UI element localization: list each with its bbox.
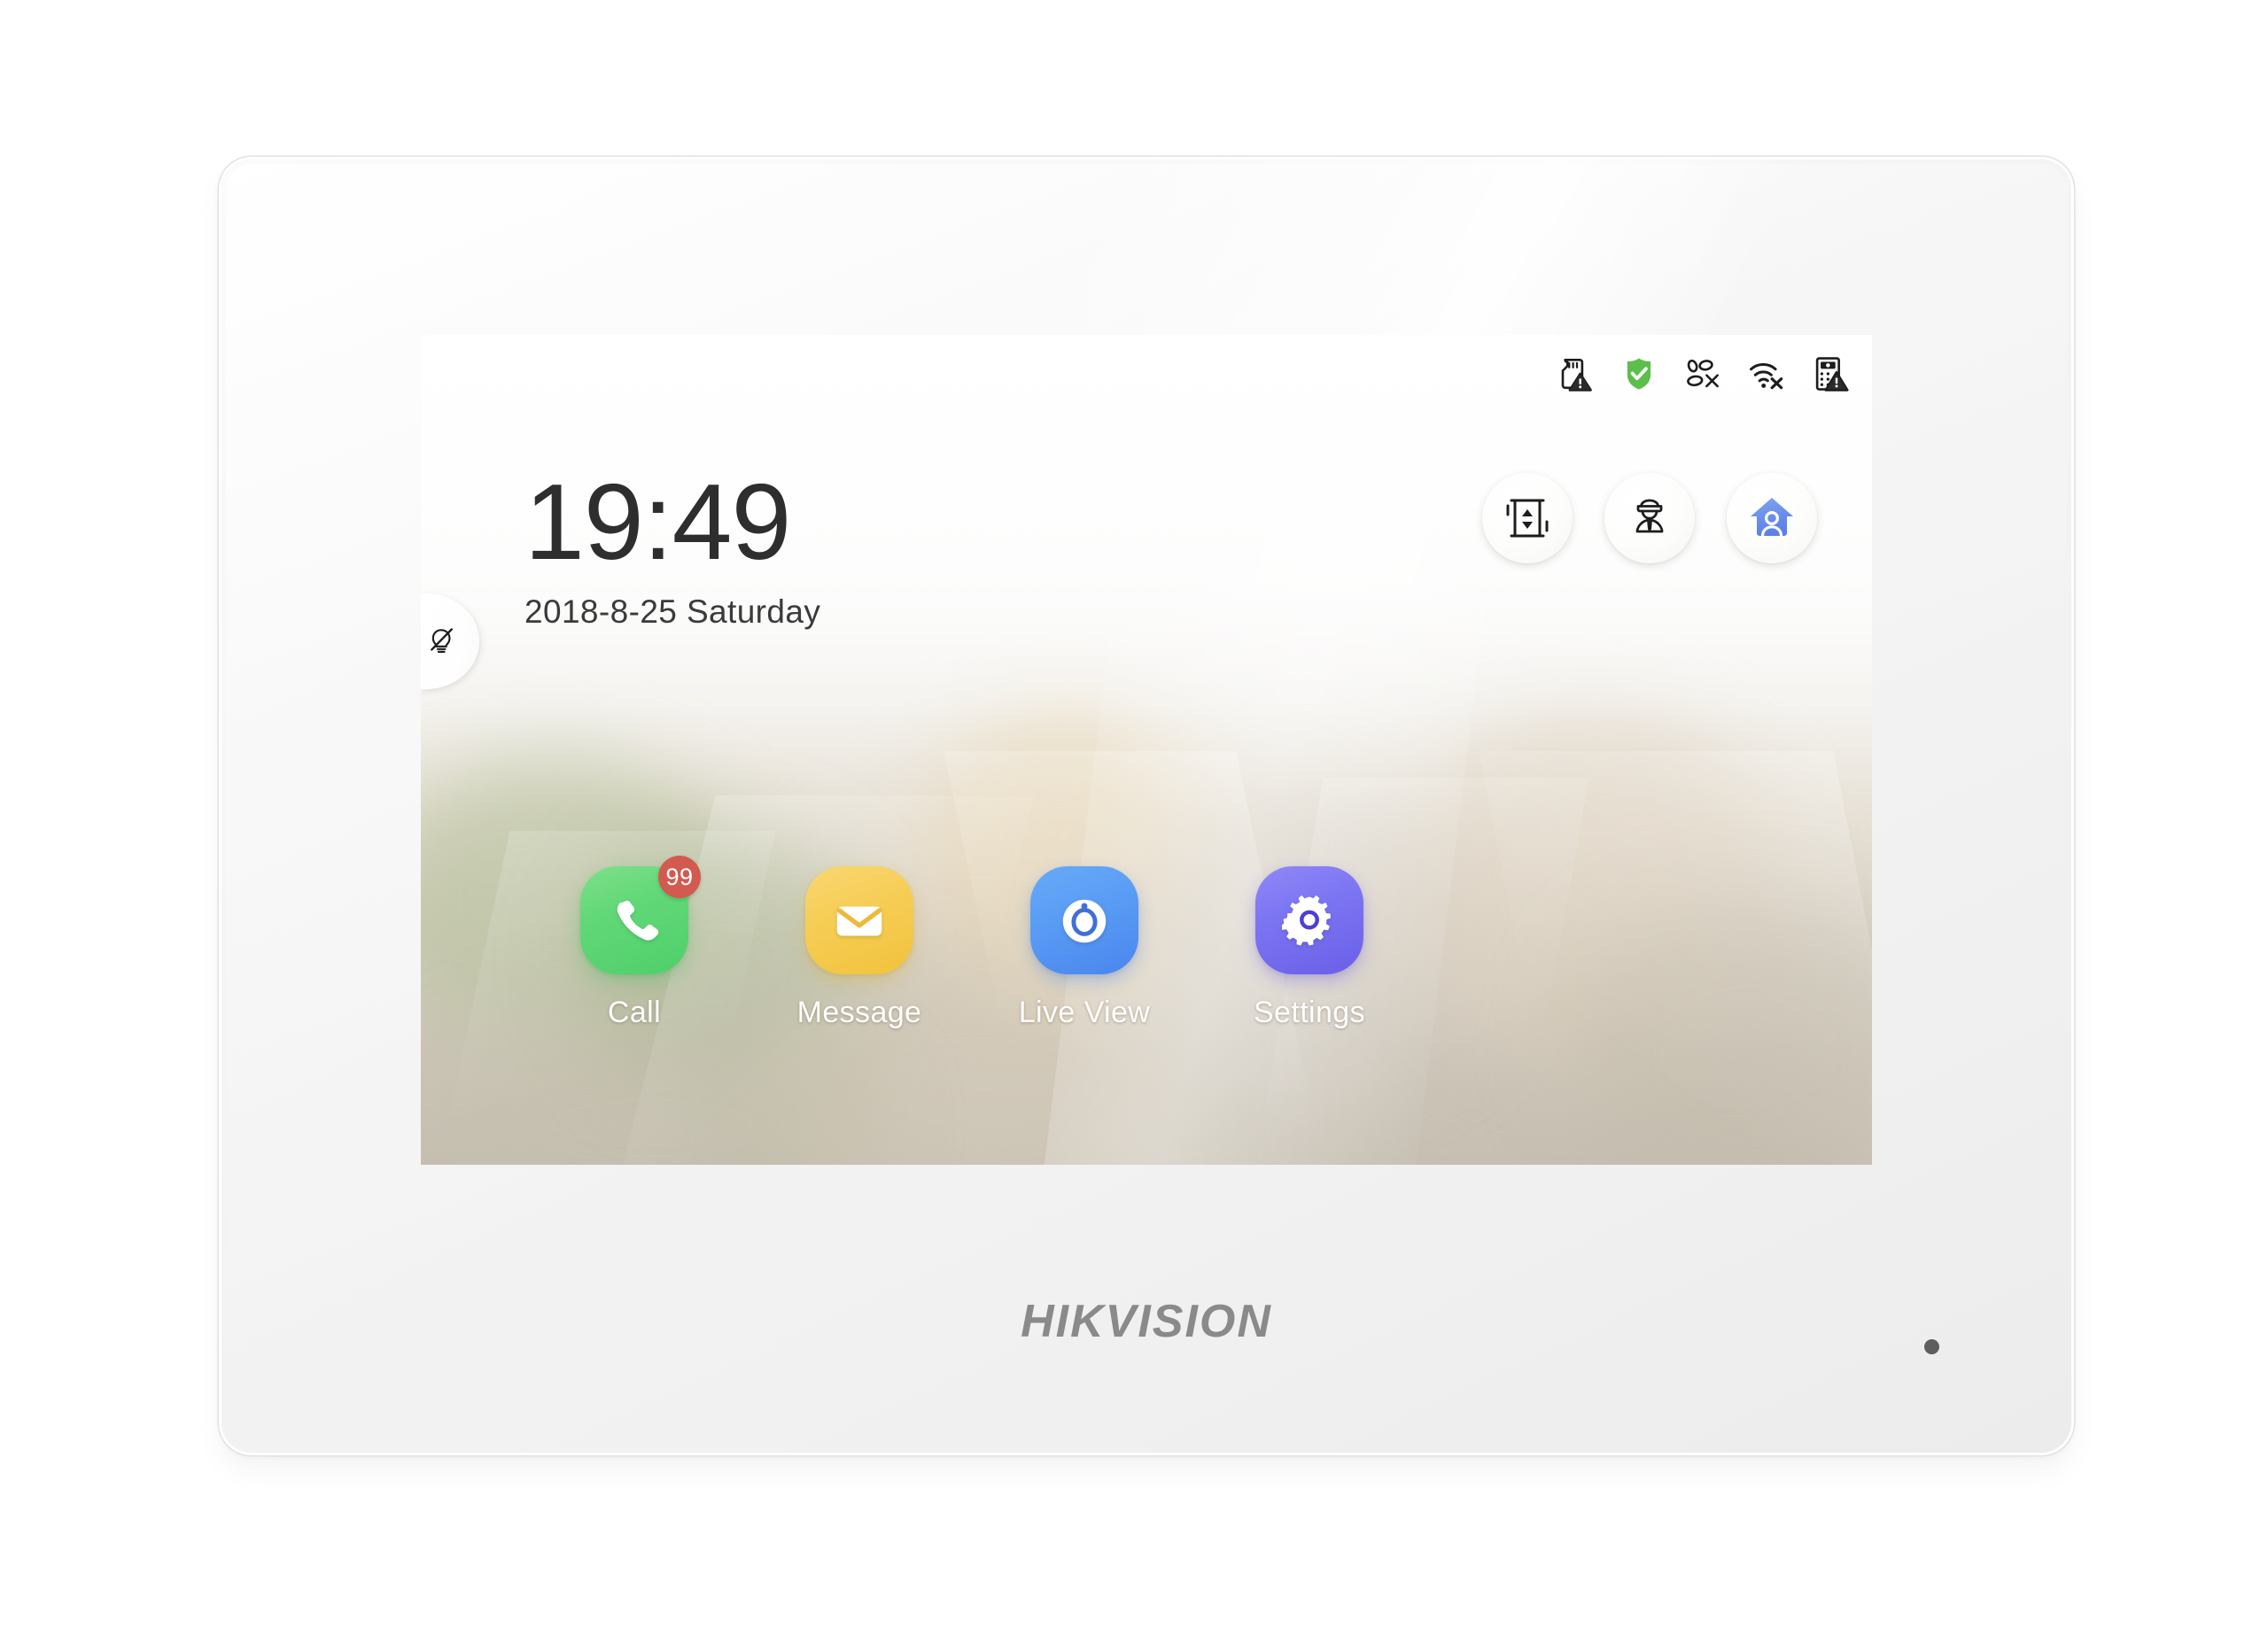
wifi-disconnected-icon xyxy=(1748,355,1785,392)
envelope-icon xyxy=(832,893,887,948)
call-forward-off-icon xyxy=(1684,355,1721,392)
home-person-icon xyxy=(1747,493,1797,543)
light-bulb-off-icon xyxy=(426,625,458,657)
quick-actions xyxy=(1482,473,1817,563)
camera-lens-icon xyxy=(1057,893,1112,948)
app-message-icon-tile[interactable] xyxy=(805,866,913,974)
sd-card-warning-icon xyxy=(1557,355,1594,392)
wallpaper xyxy=(421,335,1872,1165)
clock-time: 19:49 xyxy=(524,461,791,582)
indoor-station-device: 19:49 2018-8-25 Saturday 99 Call Message… xyxy=(221,159,2071,1453)
app-message[interactable]: Message xyxy=(777,866,942,1030)
guard-icon xyxy=(1625,493,1674,543)
app-call[interactable]: 99 Call xyxy=(552,856,717,1030)
brand-logo: HIKVISION xyxy=(1021,1296,1272,1347)
clock-widget: 19:49 2018-8-25 Saturday xyxy=(524,468,820,631)
phone-icon xyxy=(607,893,662,948)
stay-arming-button[interactable] xyxy=(1727,473,1817,563)
security-guard-button[interactable] xyxy=(1604,473,1695,563)
gear-icon xyxy=(1282,893,1337,948)
call-badge: 99 xyxy=(658,856,701,898)
indicator-led xyxy=(1924,1339,1939,1354)
app-call-label: Call xyxy=(607,996,662,1029)
app-dock: 99 Call Message Live View Settings xyxy=(552,856,1392,1030)
elevator-button[interactable] xyxy=(1482,473,1573,563)
app-live-view-label: Live View xyxy=(1018,996,1151,1029)
status-bar xyxy=(1557,349,1849,399)
app-settings-label: Settings xyxy=(1253,996,1366,1029)
app-live-view[interactable]: Live View xyxy=(1002,866,1167,1030)
app-settings-icon-tile[interactable] xyxy=(1255,866,1363,974)
touchscreen[interactable]: 19:49 2018-8-25 Saturday 99 Call Message… xyxy=(421,335,1872,1165)
elevator-icon xyxy=(1503,493,1552,543)
app-settings[interactable]: Settings xyxy=(1227,866,1392,1030)
app-message-label: Message xyxy=(796,996,922,1029)
shield-armed-icon xyxy=(1620,355,1658,392)
app-live-view-icon-tile[interactable] xyxy=(1030,866,1138,974)
clock-date: 2018-8-25 Saturday xyxy=(524,593,821,630)
door-station-warning-icon xyxy=(1812,355,1849,392)
